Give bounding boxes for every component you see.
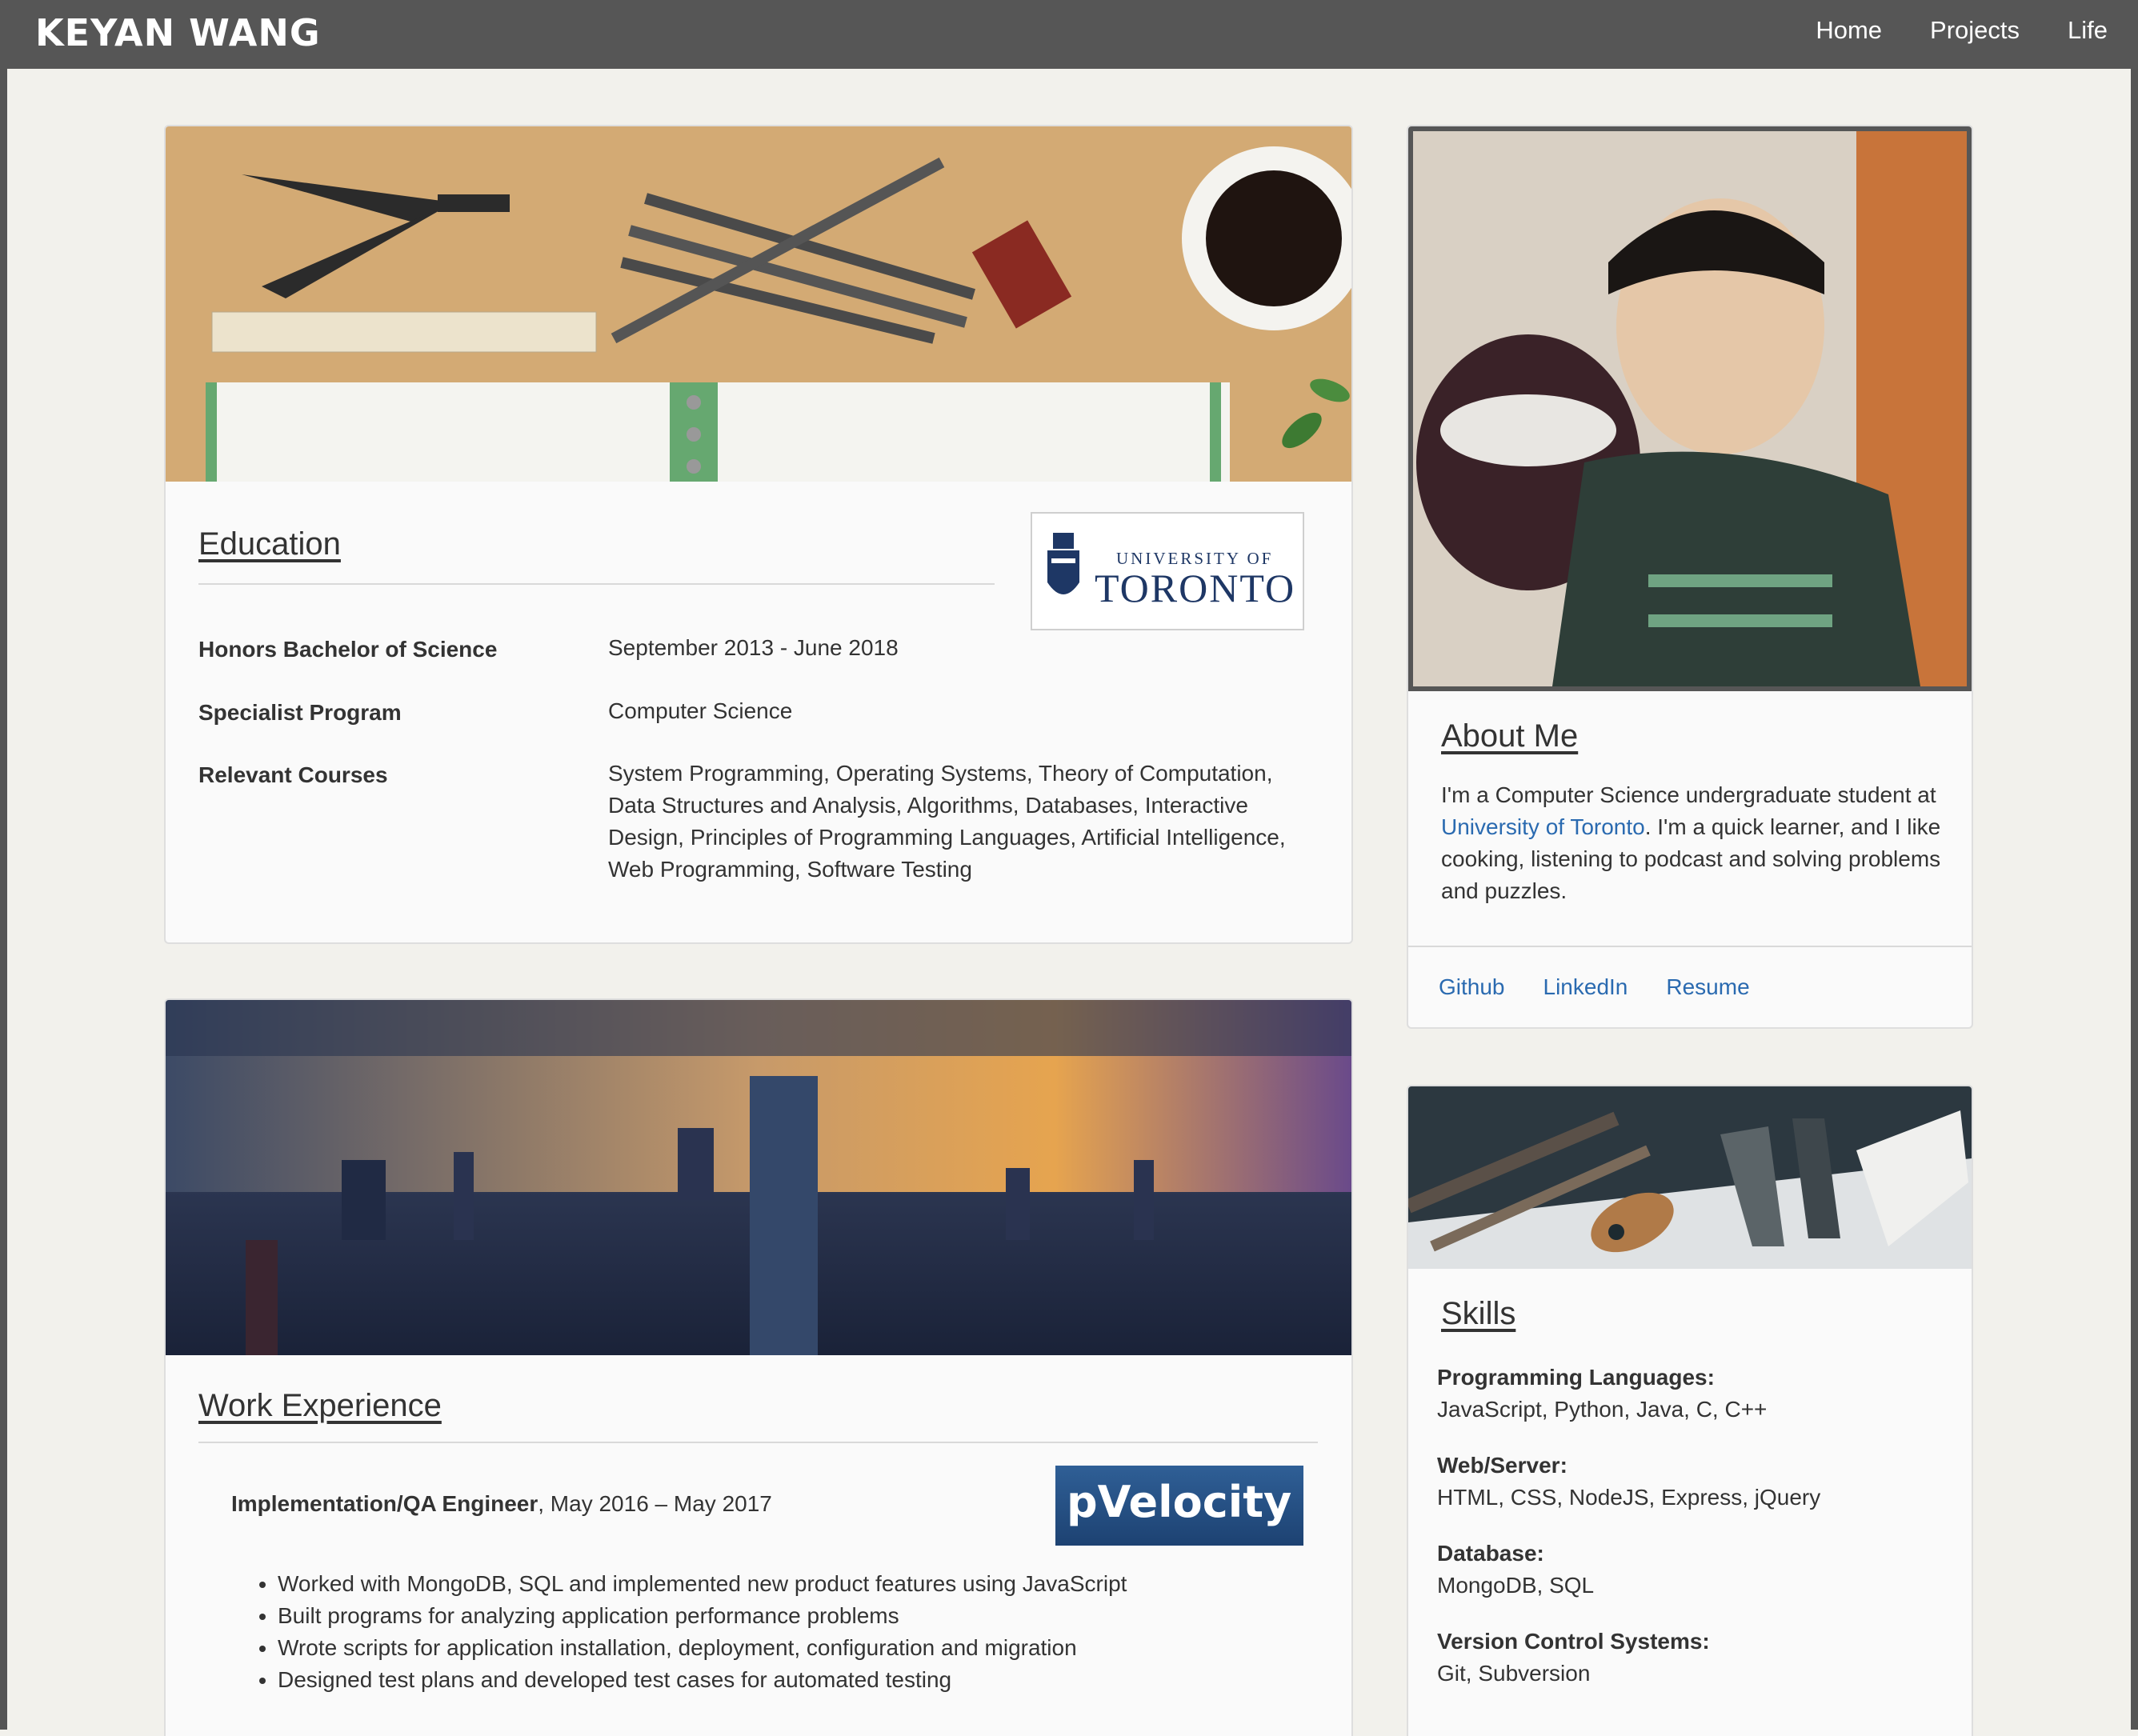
university-link[interactable]: University of Toronto	[1441, 814, 1645, 839]
crest-icon	[1047, 533, 1079, 594]
linkedin-link[interactable]: LinkedIn	[1543, 974, 1628, 1000]
job-title-line: Implementation/QA Engineer, May 2016 – M…	[231, 1491, 772, 1517]
about-heading: About Me	[1441, 718, 1579, 754]
skill-title: Database:	[1437, 1541, 1544, 1566]
skills-list: Programming Languages: JavaScript, Pytho…	[1437, 1362, 1949, 1714]
github-link[interactable]: Github	[1439, 974, 1505, 1000]
degree-label: Honors Bachelor of Science	[198, 637, 498, 662]
nav-life-link[interactable]: Life	[2068, 16, 2108, 45]
work-bullet-list: Worked with MongoDB, SQL and implemented…	[231, 1568, 1127, 1696]
nav-home-link[interactable]: Home	[1816, 16, 1882, 45]
education-card: Education UNIVERSITY OF TORONTO Honors B…	[164, 125, 1353, 944]
logo-big-text: TORONTO	[1095, 566, 1296, 610]
courses-label: Relevant Courses	[198, 762, 388, 787]
job-role: Implementation/QA Engineer	[231, 1491, 539, 1516]
work-heading: Work Experience	[198, 1388, 442, 1423]
courses-line: System Programming, Operating Systems, T…	[608, 761, 1273, 786]
about-text-start: I'm a Computer Science undergraduate stu…	[1441, 782, 1936, 807]
work-bullet: Designed test plans and developed test c…	[278, 1664, 1127, 1696]
work-bullet: Worked with MongoDB, SQL and implemented…	[278, 1568, 1127, 1600]
frame-border-left	[0, 69, 7, 1730]
skill-value: JavaScript, Python, Java, C, C++	[1437, 1397, 1768, 1422]
courses-line: Data Structures and Analysis, Algorithms…	[608, 793, 1248, 818]
desk-banner-image	[166, 126, 1351, 482]
pvelocity-logo-text: pVelocity	[1067, 1477, 1292, 1527]
work-experience-card: Work Experience Implementation/QA Engine…	[164, 998, 1353, 1736]
tools-banner-image	[1408, 1086, 1972, 1269]
skill-title: Programming Languages:	[1437, 1365, 1715, 1390]
profile-photo	[1408, 126, 1972, 691]
work-bullet: Built programs for analyzing application…	[278, 1600, 1127, 1632]
skill-title: Version Control Systems:	[1437, 1629, 1710, 1654]
program-label: Specialist Program	[198, 700, 402, 725]
skill-title: Web/Server:	[1437, 1453, 1567, 1478]
nav-menu: Home Projects Life	[1816, 16, 2108, 45]
pvelocity-logo: pVelocity	[1055, 1466, 1303, 1546]
courses-value: System Programming, Operating Systems, T…	[608, 758, 1286, 886]
brand-logo[interactable]: KEYAN WANG	[35, 11, 321, 54]
skill-value: Git, Subversion	[1437, 1661, 1591, 1686]
education-divider	[198, 583, 995, 585]
university-of-toronto-logo: UNIVERSITY OF TORONTO	[1031, 512, 1304, 630]
degree-dates: September 2013 - June 2018	[608, 635, 899, 660]
program-value: Computer Science	[608, 698, 793, 723]
about-text: I'm a Computer Science undergraduate stu…	[1441, 779, 1953, 907]
frame-border-right	[2131, 69, 2138, 1730]
work-divider	[198, 1442, 1318, 1443]
work-bullet: Wrote scripts for application installati…	[278, 1632, 1127, 1664]
skills-heading: Skills	[1441, 1296, 1516, 1331]
about-me-card: About Me I'm a Computer Science undergra…	[1407, 125, 1973, 1029]
city-skyline-image	[166, 1000, 1351, 1355]
skill-value: MongoDB, SQL	[1437, 1573, 1595, 1598]
courses-line: Web Programming, Software Testing	[608, 857, 972, 882]
resume-link[interactable]: Resume	[1666, 974, 1749, 1000]
top-navbar: KEYAN WANG Home Projects Life	[0, 0, 2138, 69]
nav-projects-link[interactable]: Projects	[1930, 16, 2020, 45]
skill-value: HTML, CSS, NodeJS, Express, jQuery	[1437, 1485, 1821, 1510]
job-dates: , May 2016 – May 2017	[538, 1491, 772, 1516]
education-heading: Education	[198, 526, 341, 562]
profile-links: Github LinkedIn Resume	[1439, 974, 1750, 1000]
skills-card: Skills Programming Languages: JavaScript…	[1407, 1085, 1973, 1736]
courses-line: Design, Principles of Programming Langua…	[608, 825, 1286, 850]
about-divider	[1408, 946, 1972, 947]
